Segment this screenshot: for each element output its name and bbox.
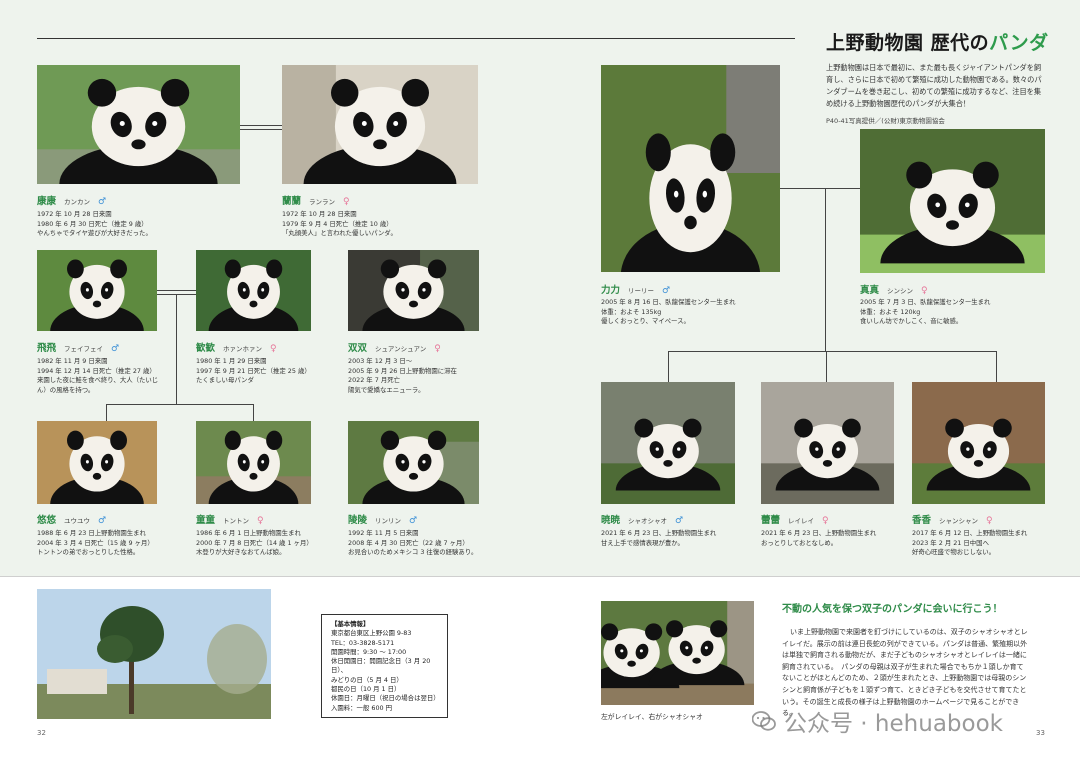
twins-title: 不動の人気を保つ双子のパンダに会いに行こう！ — [782, 604, 1003, 615]
photo-twins — [601, 601, 754, 705]
info-shuangshuang: 2003 年 12 月 3 日〜 2005 年 9 月 26 日上野動物園に滞在 2… — [348, 357, 457, 394]
info-xiaoxiao: 2021 年 6 月 23 日、上野動物園生まれ 甘え上手で感情表現が豊か。 — [601, 529, 717, 547]
drop-line-tongtong — [253, 404, 254, 421]
photo-shuangshuang — [348, 250, 479, 331]
photo-shinshin — [860, 129, 1045, 273]
stem-line-riri-shinshin — [825, 188, 826, 351]
basic-info-line: 東京都台東区上野公園 9-83 — [331, 629, 412, 638]
photo-lingling — [348, 421, 479, 504]
info-xiangxiang: 2017 年 6 月 12 日、上野動物園生まれ 2023 年 2 月 21 日中… — [912, 529, 1028, 556]
photo-leilei — [761, 382, 894, 504]
page-number-left: 32 — [37, 729, 46, 737]
basic-info-heading: 【基本情報】 — [331, 620, 370, 628]
name-kangkang: 康康 カンカン ♂ — [37, 196, 107, 207]
name-feifei: 飛飛 フェイフェイ ♂ — [37, 343, 120, 354]
pair-line-kangkang-lanlan — [240, 125, 282, 126]
pair-line-kangkang-lanlan-2 — [240, 129, 282, 130]
watermark-text: 公众号 · hehuabook — [784, 711, 1003, 737]
page-title: 上野動物園 歴代のパンダ — [826, 32, 1049, 54]
name-xiangxiang: 香香 シャンシャン ♀ — [912, 515, 993, 526]
info-youyou: 1988 年 6 月 23 日上野動物園生まれ 2004 年 3 月 4 日死亡（… — [37, 529, 154, 556]
photo-riri — [601, 65, 780, 272]
basic-info-line: 開園時間：9:30 〜 17:00 — [331, 647, 407, 656]
name-lanlan: 蘭蘭 ランラン ♀ — [282, 196, 350, 207]
name-xiaoxiao: 暁暁 シャオシャオ ♂ — [601, 515, 684, 526]
photo-zoo-grounds — [37, 589, 271, 719]
basic-info-line: 休園日：月曜日（祝日の場合は翌日） — [331, 694, 440, 703]
info-riri: 2005 年 8 月 16 日、臥龍保護センター生まれ 体重：およそ 135kg 優… — [601, 298, 736, 325]
photo-credit: P40-41写真提供／(公財)東京動物園協会 — [826, 117, 945, 125]
photo-kangkang — [37, 65, 240, 184]
intro-text: 上野動物園は日本で最初に、また最も長くジャイアントパンダを飼育し、さらに日本で初… — [826, 63, 1042, 108]
name-lingling: 陵陵 リンリン ♂ — [348, 515, 418, 526]
photo-huanhuan — [196, 250, 311, 331]
basic-info-line: みどりの日（5 月 4 日） — [331, 675, 403, 684]
name-youyou: 悠悠 ユウユウ ♂ — [37, 515, 107, 526]
drop-line-xiaoxiao — [668, 351, 669, 382]
basic-info-line: TEL：03-3828-5171 — [331, 638, 395, 647]
name-leilei: 蕾蕾 レイレイ ♀ — [761, 515, 829, 526]
basic-info-line: 休日開園日：開園記念日（3 月 20 日）、 — [331, 657, 431, 675]
photo-xiangxiang — [912, 382, 1045, 504]
drop-line-leilei — [826, 351, 827, 382]
twins-caption: 左がレイレイ、右がシャオシャオ — [601, 713, 703, 721]
photo-feifei — [37, 250, 157, 331]
stem-line-huanhuan — [176, 294, 177, 404]
info-leilei: 2021 年 6 月 23 日、上野動物園生まれ おっとりしておとなしめ。 — [761, 529, 877, 547]
photo-tongtong — [196, 421, 311, 504]
basic-info-box: 【基本情報】 東京都台東区上野公園 9-83 TEL：03-3828-5171 … — [321, 614, 448, 718]
info-kangkang: 1972 年 10 月 28 日来園 1980 年 6 月 30 日死亡（推定 9… — [37, 210, 152, 237]
info-feifei: 1982 年 11 月 9 日来園 1994 年 12 月 14 日死亡（推定 2… — [37, 357, 159, 394]
photo-lanlan — [282, 65, 478, 184]
header-rule — [37, 38, 795, 39]
children-bar-line — [106, 404, 254, 405]
name-riri: 力力 リーリー ♂ — [601, 285, 671, 296]
info-huanhuan: 1980 年 1 月 29 日来園 1997 年 9 月 21 日死亡（推定 25… — [196, 357, 311, 384]
info-tongtong: 1986 年 6 月 1 日上野動物園生まれ 2000 年 7 月 8 日死亡（1… — [196, 529, 313, 556]
name-shinshin: 真真 シンシン ♀ — [860, 285, 928, 296]
name-tongtong: 童童 トントン ♀ — [196, 515, 264, 526]
name-shuangshuang: 双双 シュアンシュアン ♀ — [348, 343, 441, 354]
children-bar-line-right — [668, 351, 997, 352]
pair-line-feifei-huanhuan — [157, 290, 196, 291]
info-shinshin: 2005 年 7 月 3 日、臥龍保護センター生まれ 体重：およそ 120kg 食い… — [860, 298, 991, 325]
drop-line-xiangxiang — [996, 351, 997, 382]
info-lingling: 1992 年 11 月 5 日来園 2008 年 4 月 30 日死亡（22 歳 … — [348, 529, 478, 556]
wechat-icon — [752, 711, 776, 731]
photo-xiaoxiao — [601, 382, 735, 504]
basic-info-line: 都民の日（10 月 1 日） — [331, 685, 401, 694]
photo-youyou — [37, 421, 157, 504]
pair-line-riri-shinshin — [780, 188, 860, 189]
name-huanhuan: 歓歓 ホァンホァン ♀ — [196, 343, 277, 354]
page-number-right: 33 — [1036, 729, 1045, 737]
drop-line-youyou — [106, 404, 107, 421]
basic-info-line: 入園料：一般 600 円 — [331, 703, 392, 712]
info-lanlan: 1972 年 10 月 28 日来園 1979 年 9 月 4 日死亡（推定 10… — [282, 210, 397, 237]
watermark: 公众号 · hehuabook — [752, 704, 1003, 738]
